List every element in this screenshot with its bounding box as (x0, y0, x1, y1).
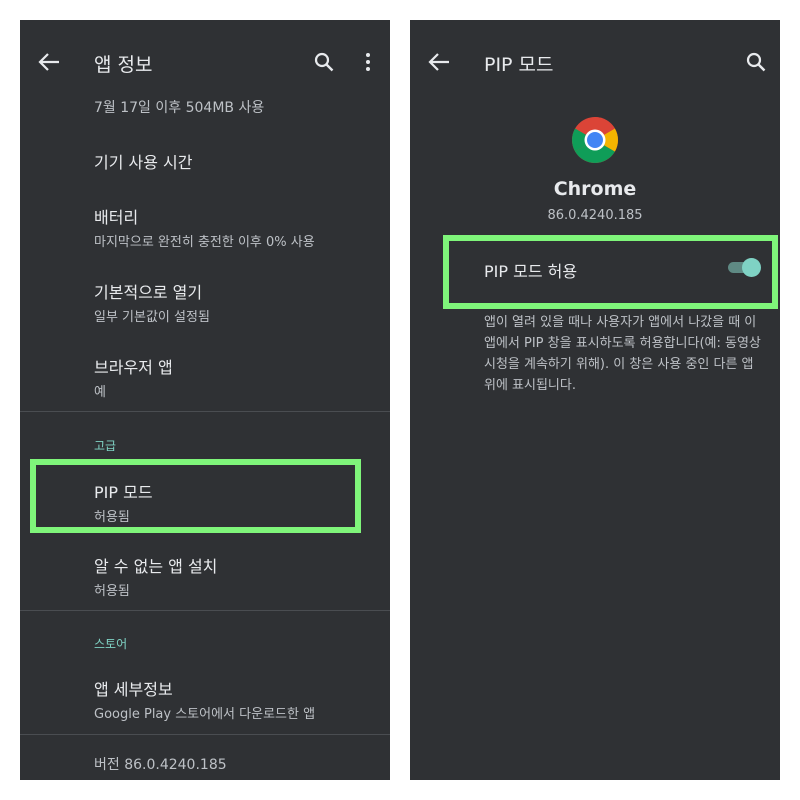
item-title: 앱 세부정보 (94, 680, 173, 699)
page-title: PIP 모드 (484, 54, 554, 76)
status-bar (20, 20, 390, 24)
battery-item[interactable]: 배터리 마지막으로 완전히 충전한 이후 0% 사용 (94, 204, 370, 250)
version-text: 버전 86.0.4240.185 (94, 757, 227, 773)
divider (20, 610, 390, 611)
item-title: 배터리 (94, 208, 139, 227)
item-subtitle: 일부 기본값이 설정됨 (94, 310, 210, 325)
divider (20, 411, 390, 412)
app-name: Chrome (553, 178, 637, 200)
app-details-item[interactable]: 앱 세부정보 Google Play 스토어에서 다운로드한 앱 (94, 676, 370, 722)
storage-usage: 7월 17일 이후 504MB 사용 (94, 100, 265, 116)
divider (20, 734, 390, 735)
open-by-default-item[interactable]: 기본적으로 열기 일부 기본값이 설정됨 (94, 279, 370, 325)
page-title: 앱 정보 (94, 54, 153, 76)
item-subtitle: 마지막으로 완전히 충전한 이후 0% 사용 (94, 235, 315, 250)
storage-item-partial[interactable]: 7월 17일 이후 504MB 사용 (94, 94, 370, 117)
item-subtitle: 예 (94, 385, 106, 400)
pip-toggle-highlight-box (443, 235, 778, 309)
back-arrow-icon[interactable] (428, 52, 450, 72)
more-vert-icon[interactable] (358, 52, 378, 72)
pip-highlight-box (30, 459, 361, 533)
pip-description: 앱이 열려 있을 때나 사용자가 앱에서 나갔을 때 이 앱에서 PIP 창을 … (484, 315, 761, 393)
screen-time-item[interactable]: 기기 사용 시간 (94, 149, 370, 173)
item-subtitle: Google Play 스토어에서 다운로드한 앱 (94, 707, 316, 722)
section-header-advanced: 고급 (94, 439, 117, 453)
app-info-screen: 앱 정보 7월 17일 이후 504MB 사용 기기 사용 시간 배터리 마지막… (20, 20, 390, 780)
search-icon[interactable] (746, 52, 766, 72)
app-bar: PIP 모드 (410, 42, 780, 82)
unknown-apps-item[interactable]: 알 수 없는 앱 설치 허용됨 (94, 553, 370, 599)
pip-mode-screen: PIP 모드 Chrome 86.0.4240.185 PIP 모드 허용 앱이… (410, 20, 780, 780)
item-title: 기기 사용 시간 (94, 153, 193, 172)
item-title: 브라우저 앱 (94, 358, 173, 377)
app-bar: 앱 정보 (20, 42, 390, 82)
browser-app-item[interactable]: 브라우저 앱 예 (94, 354, 370, 400)
item-title: 기본적으로 열기 (94, 283, 203, 302)
search-icon[interactable] (314, 52, 334, 72)
section-header-store: 스토어 (94, 637, 128, 651)
chrome-icon (572, 117, 618, 163)
item-title: 알 수 없는 앱 설치 (94, 557, 218, 576)
status-bar (410, 20, 780, 24)
item-subtitle: 허용됨 (94, 584, 130, 599)
app-version: 86.0.4240.185 (547, 208, 643, 223)
back-arrow-icon[interactable] (38, 52, 60, 72)
version-item: 버전 86.0.4240.185 (94, 751, 370, 774)
